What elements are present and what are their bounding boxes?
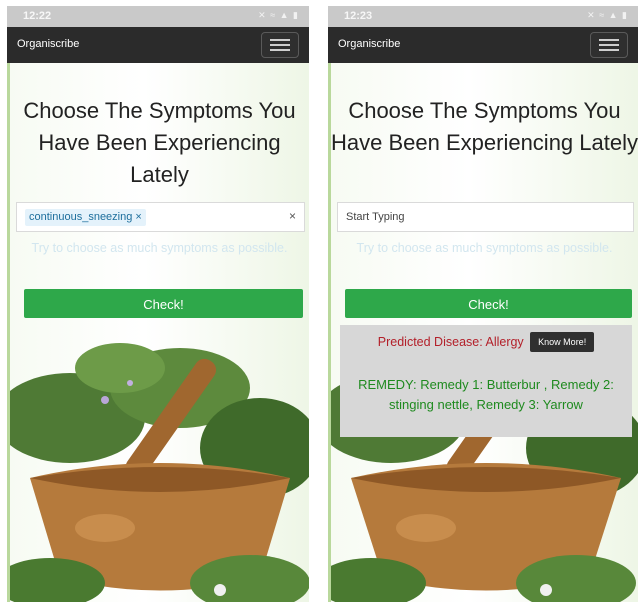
page-title: Choose The Symptoms You Have Been Experi…	[331, 98, 638, 155]
know-more-button[interactable]: Know More!	[530, 332, 595, 352]
check-button[interactable]: Check!	[345, 289, 632, 318]
status-icons: ✕ ≈ ▲ ▮	[587, 10, 628, 20]
main-content: Choose The Symptoms You Have Been Experi…	[328, 63, 638, 602]
brand-link[interactable]: Organiscribe	[338, 38, 400, 50]
check-button[interactable]: Check!	[24, 289, 303, 318]
navbar: Organiscribe	[7, 27, 309, 63]
phone-screen-right: 12:23 ✕ ≈ ▲ ▮ Organiscribe Choose The Sy…	[328, 6, 638, 602]
predicted-disease: Predicted Disease: Allergy	[377, 335, 524, 349]
status-time: 12:22	[23, 10, 52, 22]
herb-illustration	[10, 343, 309, 602]
hamburger-menu-icon[interactable]	[261, 32, 299, 58]
navbar: Organiscribe	[328, 27, 638, 63]
status-bar: 12:23 ✕ ≈ ▲ ▮	[328, 6, 638, 27]
clear-selection-icon[interactable]: ×	[289, 209, 296, 223]
phone-screen-left: 12:22 ✕ ≈ ▲ ▮ Organiscribe Choose The Sy…	[7, 6, 309, 602]
hint-text: Try to choose as much symptoms as possib…	[31, 241, 288, 255]
symptom-select[interactable]: Start Typing	[337, 202, 634, 232]
symptom-select[interactable]: continuous_sneezing × ×	[16, 202, 305, 232]
status-time: 12:23	[344, 10, 373, 22]
remedy-text: REMEDY: Remedy 1: Butterbur , Remedy 2: …	[358, 377, 614, 412]
hint-text: Try to choose as much symptoms as possib…	[356, 241, 613, 255]
mortar-pestle-herbs-image	[10, 343, 309, 602]
hamburger-menu-icon[interactable]	[590, 32, 628, 58]
selected-symptom-chip[interactable]: continuous_sneezing ×	[25, 209, 146, 226]
prediction-line: Predicted Disease: Allergy Know More!	[340, 332, 632, 352]
brand-link[interactable]: Organiscribe	[17, 38, 79, 50]
page-title: Choose The Symptoms You Have Been Experi…	[23, 98, 296, 187]
symptom-search-placeholder[interactable]: Start Typing	[346, 211, 405, 223]
status-bar: 12:22 ✕ ≈ ▲ ▮	[7, 6, 309, 27]
status-icons: ✕ ≈ ▲ ▮	[258, 10, 299, 20]
prediction-result: Predicted Disease: Allergy Know More! RE…	[340, 325, 632, 437]
main-content: Choose The Symptoms You Have Been Experi…	[7, 63, 309, 602]
